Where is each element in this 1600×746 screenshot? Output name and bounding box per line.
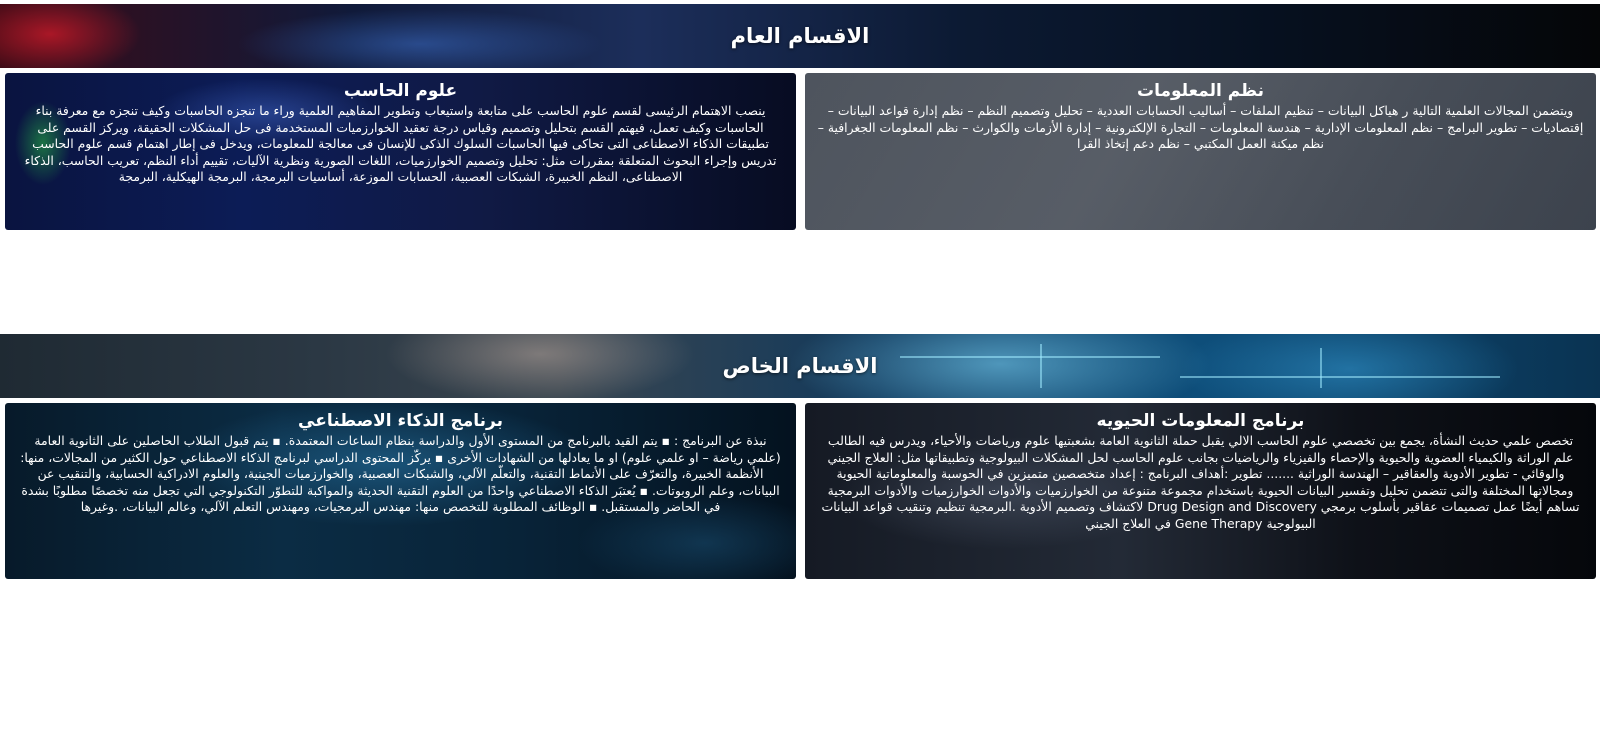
computer-science-card[interactable]: علوم الحاسب ينصب الاهتمام الرئيسى لقسم ع… xyxy=(5,73,796,230)
circuit-decoration xyxy=(900,356,1160,358)
bioinformatics-card[interactable]: برنامج المعلومات الحيويه تخصص علمي حديث … xyxy=(805,403,1596,579)
information-systems-title: نظم المعلومات xyxy=(1137,81,1264,101)
bioinformatics-description: تخصص علمي حديث النشأة، يجمع بين تخصصي عل… xyxy=(821,433,1580,531)
circuit-decoration xyxy=(1320,348,1322,388)
departments-page: الاقسام العام نظم المعلومات ويتضمن المجا… xyxy=(0,0,1600,746)
special-departments-title: الاقسام الخاص xyxy=(722,354,878,378)
circuit-decoration xyxy=(1180,376,1500,378)
information-systems-description: ويتضمن المجالات العلمية التالية ر هياكل … xyxy=(817,103,1584,152)
general-departments-title: الاقسام العام xyxy=(730,24,870,48)
computer-science-title: علوم الحاسب xyxy=(343,81,458,101)
information-systems-card[interactable]: نظم المعلومات ويتضمن المجالات العلمية ال… xyxy=(805,73,1596,230)
artificial-intelligence-description: نبذة عن البرنامج : ▪ يتم القيد بالبرنامج… xyxy=(20,433,781,515)
general-departments-banner: الاقسام العام xyxy=(0,4,1600,68)
circuit-decoration xyxy=(1040,344,1042,388)
bioinformatics-title: برنامج المعلومات الحيويه xyxy=(1096,411,1305,431)
computer-science-description: ينصب الاهتمام الرئيسى لقسم علوم الحاسب ع… xyxy=(24,103,777,185)
artificial-intelligence-card[interactable]: برنامج الذكاء الاصطناعي نبذة عن البرنامج… xyxy=(5,403,796,579)
artificial-intelligence-title: برنامج الذكاء الاصطناعي xyxy=(298,411,503,431)
special-departments-banner: الاقسام الخاص xyxy=(0,334,1600,398)
